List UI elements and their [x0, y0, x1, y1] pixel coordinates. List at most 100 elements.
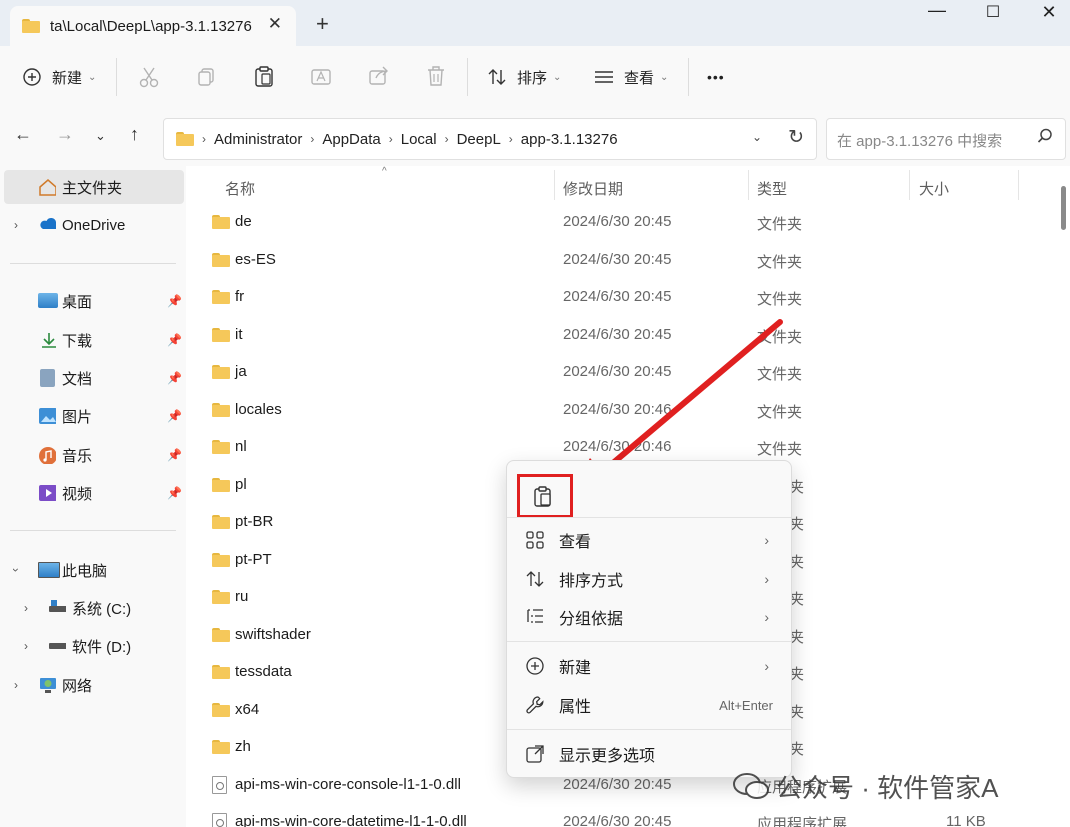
- breadcrumb-item[interactable]: Local: [401, 131, 437, 148]
- expand-chevron-icon[interactable]: ›: [14, 678, 18, 692]
- sort-label: 排序: [517, 69, 548, 87]
- sidebar-item-this-pc[interactable]: › 此电脑: [0, 553, 186, 587]
- more-options-button[interactable]: •••: [707, 60, 725, 94]
- table-row[interactable]: es-ES 2024/6/30 20:45 文件夹: [186, 242, 1046, 279]
- table-row[interactable]: ja 2024/6/30 20:45 文件夹: [186, 354, 1046, 391]
- sidebar-item-label: 视频: [62, 485, 93, 503]
- address-bar[interactable]: › Administrator › AppData › Local › Deep…: [163, 118, 817, 160]
- submenu-chevron-icon: ›: [764, 532, 769, 548]
- sidebar-item-drive-d[interactable]: › 软件 (D:): [0, 629, 186, 663]
- sidebar-item-network[interactable]: › 网络: [0, 668, 186, 702]
- menu-item-group-by[interactable]: 分组依据 ›: [511, 599, 787, 635]
- column-divider[interactable]: [1018, 170, 1019, 200]
- recent-locations-chevron-icon[interactable]: ⌄: [95, 128, 106, 144]
- file-name: es-ES: [235, 250, 276, 268]
- sort-button[interactable]: 排序 ⌄: [487, 60, 561, 94]
- menu-item-properties[interactable]: 属性 Alt+Enter: [511, 687, 787, 723]
- pin-icon[interactable]: 📌: [167, 409, 182, 423]
- file-date: 2024/6/30 20:46: [563, 400, 672, 418]
- sidebar-item-documents[interactable]: 文档 📌: [0, 361, 186, 395]
- column-header-size[interactable]: 大小: [919, 178, 949, 199]
- table-row[interactable]: de 2024/6/30 20:45 文件夹: [186, 204, 1046, 241]
- navigation-pane: 主文件夹 › OneDrive 桌面 📌 下载 📌 文档 📌 图片 📌 音乐 📌…: [0, 166, 186, 827]
- sidebar-item-label: 图片: [62, 408, 93, 426]
- menu-item-new[interactable]: 新建 ›: [511, 648, 787, 684]
- table-row[interactable]: api-ms-win-core-datetime-l1-1-0.dll 2024/…: [186, 804, 1046, 827]
- sidebar-item-music[interactable]: 音乐 📌: [0, 438, 186, 472]
- folder-icon: [212, 252, 230, 267]
- breadcrumb-chevron-icon[interactable]: ›: [202, 132, 206, 146]
- sort-icon: [488, 69, 506, 85]
- file-date: 2024/6/30 20:45: [563, 325, 672, 343]
- forward-arrow-icon[interactable]: →: [56, 124, 74, 145]
- up-arrow-icon[interactable]: ↑: [130, 124, 139, 145]
- file-date: 2024/6/30 20:45: [563, 775, 672, 793]
- column-header-type[interactable]: 类型: [757, 178, 787, 199]
- sidebar-item-drive-c[interactable]: › 系统 (C:): [0, 591, 186, 625]
- expand-chevron-icon[interactable]: ›: [9, 568, 23, 572]
- close-window-button[interactable]: ✕: [1026, 2, 1070, 28]
- paste-button[interactable]: [517, 471, 573, 518]
- menu-item-view[interactable]: 查看 ›: [511, 522, 787, 558]
- file-type: 文件夹: [757, 328, 803, 346]
- file-date: 2024/6/30 20:45: [563, 213, 672, 230]
- search-box[interactable]: 在 app-3.1.13276 中搜索: [826, 118, 1066, 160]
- sidebar-item-home[interactable]: 主文件夹: [4, 170, 184, 204]
- pin-icon[interactable]: 📌: [167, 486, 182, 500]
- music-icon: [39, 447, 56, 464]
- breadcrumb-chevron-icon[interactable]: ›: [310, 132, 314, 146]
- refresh-icon[interactable]: ↻: [788, 126, 804, 149]
- sidebar-item-onedrive[interactable]: › OneDrive: [0, 208, 186, 242]
- new-button[interactable]: 新建 ⌄: [22, 60, 96, 94]
- pin-icon[interactable]: 📌: [167, 371, 182, 385]
- copy-icon[interactable]: [196, 60, 218, 94]
- breadcrumb-item[interactable]: Administrator: [214, 131, 302, 148]
- breadcrumb-item[interactable]: AppData: [322, 131, 380, 148]
- back-arrow-icon[interactable]: ←: [14, 124, 32, 145]
- file-date: 2024/6/30 20:45: [563, 813, 672, 827]
- breadcrumb-chevron-icon[interactable]: ›: [389, 132, 393, 146]
- view-button[interactable]: 查看 ⌄: [594, 60, 668, 94]
- sidebar-item-pictures[interactable]: 图片 📌: [0, 399, 186, 433]
- menu-item-sort[interactable]: 排序方式 ›: [511, 561, 787, 597]
- expand-chevron-icon[interactable]: ›: [24, 639, 28, 653]
- rename-icon[interactable]: [310, 60, 332, 94]
- breadcrumb-chevron-icon[interactable]: ›: [445, 132, 449, 146]
- maximize-button[interactable]: ☐: [970, 2, 1016, 28]
- folder-icon: [212, 365, 230, 379]
- breadcrumb-item[interactable]: DeepL: [457, 131, 501, 148]
- column-divider[interactable]: [909, 170, 910, 200]
- minimize-button[interactable]: —: [914, 0, 960, 26]
- sidebar-item-desktop[interactable]: 桌面 📌: [0, 284, 186, 318]
- table-row[interactable]: locales 2024/6/30 20:46 文件夹: [186, 392, 1046, 429]
- sidebar-item-label: 主文件夹: [62, 179, 123, 197]
- new-tab-button[interactable]: +: [316, 11, 329, 37]
- breadcrumb-item[interactable]: app-3.1.13276: [521, 131, 618, 148]
- table-row[interactable]: it 2024/6/30 20:45 文件夹: [186, 317, 1046, 354]
- delete-icon[interactable]: [425, 60, 447, 94]
- cut-icon[interactable]: [138, 60, 160, 94]
- tab-active[interactable]: ta\Local\DeepL\app-3.1.13276 ✕: [10, 6, 296, 46]
- sidebar-item-videos[interactable]: 视频 📌: [0, 476, 186, 510]
- sidebar-item-label: 网络: [62, 677, 93, 695]
- expand-chevron-icon[interactable]: ›: [24, 601, 28, 615]
- paste-icon[interactable]: [253, 60, 275, 94]
- tab-close-icon[interactable]: ✕: [268, 14, 282, 34]
- share-icon[interactable]: [368, 60, 390, 94]
- sidebar-item-label: 系统 (C:): [72, 600, 132, 618]
- column-divider[interactable]: [554, 170, 555, 200]
- column-header-date[interactable]: 修改日期: [563, 178, 623, 199]
- expand-chevron-icon[interactable]: ›: [14, 218, 18, 232]
- sidebar-item-downloads[interactable]: 下载 📌: [0, 323, 186, 357]
- vertical-scrollbar[interactable]: [1061, 186, 1066, 230]
- column-divider[interactable]: [748, 170, 749, 200]
- column-header-name[interactable]: 名称: [225, 178, 255, 199]
- table-row[interactable]: fr 2024/6/30 20:45 文件夹: [186, 279, 1046, 316]
- home-icon: [39, 179, 56, 196]
- pin-icon[interactable]: 📌: [167, 294, 182, 308]
- breadcrumb-chevron-icon[interactable]: ›: [509, 132, 513, 146]
- pin-icon[interactable]: 📌: [167, 333, 182, 347]
- video-icon: [39, 485, 56, 501]
- address-dropdown-icon[interactable]: ⌄: [752, 130, 762, 144]
- pin-icon[interactable]: 📌: [167, 448, 182, 462]
